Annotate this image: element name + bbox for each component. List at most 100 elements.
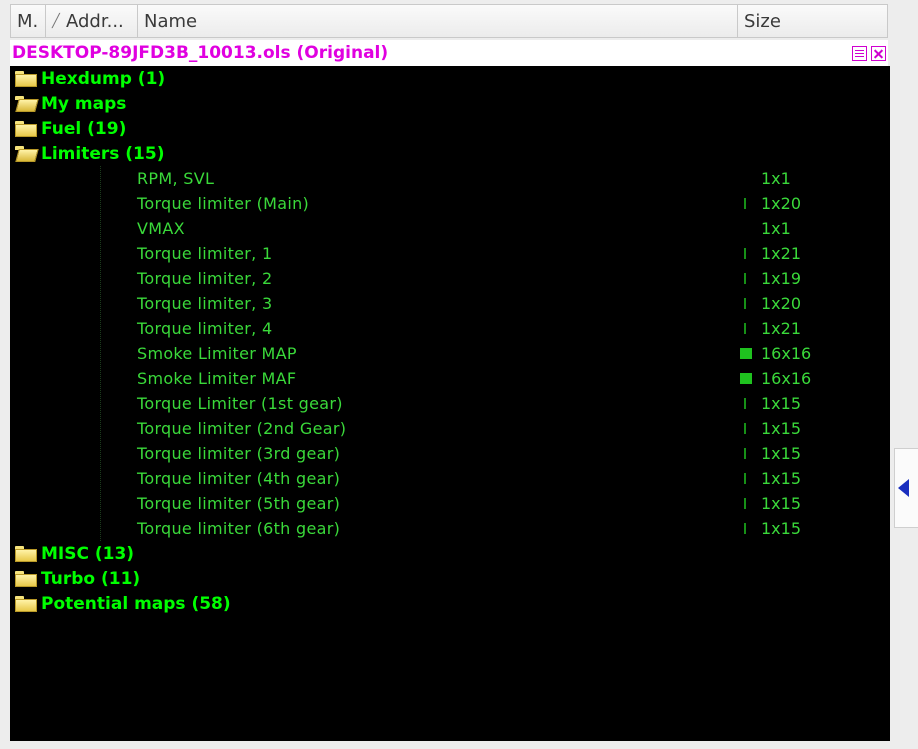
map-size: 1x15	[761, 419, 802, 438]
map-tree[interactable]: Hexdump (1) My maps Fuel (19) Limiters (15)…	[10, 66, 890, 741]
map-size-bar	[744, 448, 746, 459]
folder-name: Potential maps (58)	[41, 593, 231, 614]
tree-map-item[interactable]: RPM, SVL 1x1	[10, 166, 890, 191]
folder-label: MISC (13)	[15, 541, 134, 566]
folder-icon	[15, 120, 37, 137]
project-title-bar: DESKTOP-89JFD3B_10013.ols (Original)	[10, 40, 888, 66]
column-address[interactable]: ╱ Addr...	[46, 5, 138, 37]
map-size-bar	[744, 523, 746, 534]
folder-name: My maps	[41, 93, 127, 114]
map-size-bar	[744, 473, 746, 484]
map-size: 1x1	[761, 169, 791, 188]
folder-label: Limiters (15)	[15, 141, 164, 166]
tree-guide-line	[100, 166, 101, 541]
tree-folder[interactable]: Turbo (11)	[10, 566, 890, 591]
map-name: Torque limiter, 1	[137, 244, 273, 263]
column-header: M. ╱ Addr... Name Size	[10, 4, 888, 38]
tree-map-item[interactable]: Torque Limiter (1st gear) 1x15	[10, 391, 890, 416]
tree-folder[interactable]: My maps	[10, 91, 890, 116]
tree-map-item[interactable]: Torque limiter (6th gear) 1x15	[10, 516, 890, 541]
column-m-label: M.	[17, 10, 39, 32]
map-name: Torque limiter (3rd gear)	[137, 444, 341, 463]
tree-map-item[interactable]: Torque limiter (2nd Gear) 1x15	[10, 416, 890, 441]
map-size-bar	[744, 323, 746, 334]
folder-open-icon	[15, 145, 37, 162]
map-name: RPM, SVL	[137, 169, 215, 188]
map-name: Torque limiter, 2	[137, 269, 273, 288]
tree-map-item[interactable]: Torque limiter, 3 1x20	[10, 291, 890, 316]
map-size: 16x16	[761, 344, 812, 363]
map-size-bar	[740, 373, 752, 384]
tree-folder[interactable]: Potential maps (58)	[10, 591, 890, 616]
map-size-bar	[744, 198, 746, 209]
map-size: 1x15	[761, 469, 802, 488]
map-size: 16x16	[761, 369, 812, 388]
tree-map-item[interactable]: Torque limiter, 4 1x21	[10, 316, 890, 341]
folder-name: Turbo (11)	[41, 568, 141, 589]
map-name: VMAX	[137, 219, 185, 238]
map-name: Torque limiter (5th gear)	[137, 494, 341, 513]
folder-label: Potential maps (58)	[15, 591, 231, 616]
folder-name: Limiters (15)	[41, 143, 165, 164]
map-size: 1x21	[761, 319, 802, 338]
map-name: Smoke Limiter MAP	[137, 344, 297, 363]
folder-name: Hexdump (1)	[41, 68, 166, 89]
tree-map-item[interactable]: VMAX 1x1	[10, 216, 890, 241]
tree-folder[interactable]: Fuel (19)	[10, 116, 890, 141]
map-size: 1x15	[761, 394, 802, 413]
column-address-label: Addr...	[66, 10, 124, 32]
column-size-label: Size	[744, 10, 781, 32]
map-size: 1x19	[761, 269, 802, 288]
tree-map-item[interactable]: Torque limiter (Main) 1x20	[10, 191, 890, 216]
map-size-bar	[744, 248, 746, 259]
map-size-bar	[744, 498, 746, 509]
folder-icon	[15, 595, 37, 612]
map-size-bar	[744, 398, 746, 409]
map-size-bar	[744, 298, 746, 309]
folder-icon	[15, 570, 37, 587]
tree-folder[interactable]: Hexdump (1)	[10, 66, 890, 91]
folder-icon	[15, 70, 37, 87]
tree-map-item[interactable]: Smoke Limiter MAP 16x16	[10, 341, 890, 366]
map-size: 1x20	[761, 194, 802, 213]
project-title: DESKTOP-89JFD3B_10013.ols (Original)	[12, 43, 389, 63]
tree-map-item[interactable]: Torque limiter, 1 1x21	[10, 241, 890, 266]
column-size[interactable]: Size	[738, 5, 887, 37]
map-name: Smoke Limiter MAF	[137, 369, 297, 388]
map-size-bar	[744, 423, 746, 434]
tree-map-item[interactable]: Torque limiter, 2 1x19	[10, 266, 890, 291]
map-name: Torque limiter, 4	[137, 319, 273, 338]
sort-icon: ╱	[52, 13, 60, 29]
map-size: 1x15	[761, 444, 802, 463]
map-name: Torque limiter (6th gear)	[137, 519, 341, 538]
column-m[interactable]: M.	[11, 5, 46, 37]
map-size-bar	[744, 273, 746, 284]
tree-folder[interactable]: Limiters (15)	[10, 141, 890, 166]
map-size: 1x1	[761, 219, 791, 238]
tree-map-item[interactable]: Torque limiter (3rd gear) 1x15	[10, 441, 890, 466]
column-name-label: Name	[144, 10, 198, 32]
map-name: Torque limiter (4th gear)	[137, 469, 341, 488]
folder-label: My maps	[15, 91, 126, 116]
map-name: Torque limiter, 3	[137, 294, 273, 313]
tree-map-item[interactable]: Torque limiter (5th gear) 1x15	[10, 491, 890, 516]
map-name: Torque limiter (2nd Gear)	[137, 419, 347, 438]
side-panel-toggle[interactable]	[894, 448, 918, 528]
tree-map-item[interactable]: Torque limiter (4th gear) 1x15	[10, 466, 890, 491]
tree-folder[interactable]: MISC (13)	[10, 541, 890, 566]
collapse-arrow-icon	[898, 479, 909, 497]
map-size: 1x15	[761, 494, 802, 513]
map-size: 1x21	[761, 244, 802, 263]
folder-label: Hexdump (1)	[15, 66, 165, 91]
close-icon[interactable]	[871, 45, 886, 61]
folder-name: Fuel (19)	[41, 118, 127, 139]
folder-label: Turbo (11)	[15, 566, 140, 591]
folder-open-icon	[15, 95, 37, 112]
map-name: Torque limiter (Main)	[137, 194, 310, 213]
folder-label: Fuel (19)	[15, 116, 126, 141]
map-size: 1x20	[761, 294, 802, 313]
tree-map-item[interactable]: Smoke Limiter MAF 16x16	[10, 366, 890, 391]
map-name: Torque Limiter (1st gear)	[137, 394, 343, 413]
list-view-icon[interactable]	[852, 45, 867, 61]
column-name[interactable]: Name	[138, 5, 738, 37]
